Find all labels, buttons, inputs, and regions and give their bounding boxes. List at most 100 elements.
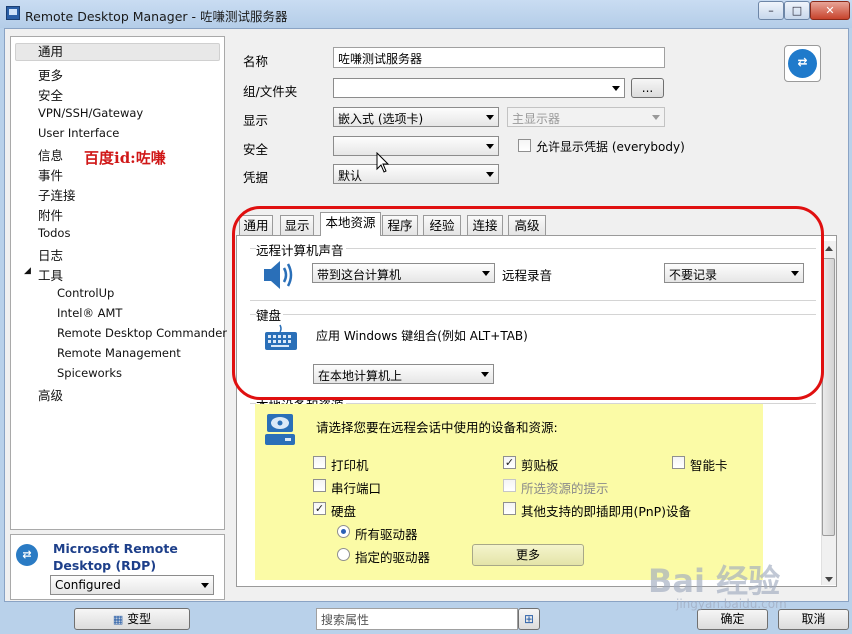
- chevron-down-icon: [486, 115, 494, 120]
- disk-label: 硬盘: [331, 504, 357, 519]
- group-label: 组/文件夹: [243, 84, 298, 99]
- display-select[interactable]: 嵌入式 (选项卡): [333, 107, 499, 127]
- sidebar-item-sub-connections[interactable]: 子连接: [38, 185, 76, 204]
- sidebar-item-spiceworks[interactable]: Spiceworks: [57, 366, 122, 380]
- tab-connection[interactable]: 连接: [467, 215, 503, 235]
- serial-port-label: 串行端口: [331, 481, 382, 496]
- transform-button-label: 变型: [127, 612, 152, 626]
- tree-expander-icon[interactable]: ◢: [24, 266, 31, 276]
- scrollbar-thumb[interactable]: [822, 258, 835, 536]
- close-button[interactable]: ✕: [810, 1, 850, 20]
- security-label: 安全: [243, 142, 269, 157]
- status-select-value: Configured: [55, 578, 121, 592]
- divider: [250, 314, 816, 315]
- watermark-logo: Bai 经验: [648, 562, 781, 600]
- credentials-select[interactable]: 默认: [333, 164, 499, 184]
- ok-button[interactable]: 确定: [697, 609, 768, 630]
- devices-prompt: 请选择您要在远程会话中使用的设备和资源:: [316, 420, 558, 435]
- sidebar-item-events[interactable]: 事件: [38, 165, 63, 184]
- tab-programs[interactable]: 程序: [382, 215, 418, 235]
- name-label: 名称: [243, 54, 269, 69]
- mouse-cursor-icon: [376, 152, 390, 173]
- specified-drives-radio[interactable]: [337, 548, 350, 561]
- sidebar-item-information[interactable]: 信息: [38, 145, 63, 164]
- status-select[interactable]: Configured: [50, 575, 214, 595]
- maximize-button[interactable]: □: [784, 1, 810, 20]
- sidebar-item-intel-amt[interactable]: Intel® AMT: [57, 306, 122, 320]
- group-select[interactable]: [333, 78, 625, 98]
- display-label: 显示: [243, 113, 269, 128]
- audio-playback-select[interactable]: 带到这台计算机: [312, 263, 495, 283]
- selected-resources-hint-label: 所选资源的提示: [521, 481, 609, 496]
- sidebar-item-attachments[interactable]: 附件: [38, 205, 63, 224]
- sidebar-item-more[interactable]: 更多: [38, 65, 63, 84]
- watermark-url: jingyan.baidu.com: [676, 597, 787, 611]
- all-drives-radio[interactable]: [337, 525, 350, 538]
- tab-advanced[interactable]: 高级: [508, 215, 546, 235]
- pnp-devices-checkbox[interactable]: [503, 502, 516, 515]
- chevron-down-icon: [486, 144, 494, 149]
- binoculars-icon[interactable]: ⊞: [518, 608, 540, 630]
- tab-local-resources[interactable]: 本地资源: [320, 212, 381, 236]
- allow-show-credentials-checkbox[interactable]: [518, 139, 531, 152]
- more-drives-button[interactable]: 更多: [472, 544, 584, 566]
- sidebar-item-vpn[interactable]: VPN/SSH/Gateway: [38, 106, 143, 120]
- speaker-icon: [264, 261, 293, 289]
- selected-resources-hint-checkbox[interactable]: [503, 479, 516, 492]
- rdp-entry-icon[interactable]: ⇄: [784, 45, 821, 82]
- search-properties-input[interactable]: 搜索属性: [316, 608, 518, 630]
- smartcard-checkbox[interactable]: [672, 456, 685, 469]
- cancel-button[interactable]: 取消: [778, 609, 849, 630]
- monitor-select[interactable]: 主显示器: [507, 107, 665, 127]
- audio-record-label: 远程录音: [502, 268, 553, 283]
- grid-icon: ▦: [112, 613, 124, 626]
- sidebar-nav: 通用 更多 安全 VPN/SSH/Gateway User Interface …: [10, 36, 227, 530]
- sidebar-item-security[interactable]: 安全: [38, 85, 63, 104]
- divider: [250, 300, 816, 301]
- keyboard-title: 键盘: [256, 305, 284, 324]
- tab-experience[interactable]: 经验: [423, 215, 461, 235]
- name-input[interactable]: 咗嗛测试服务器: [333, 47, 665, 68]
- chevron-down-icon: [791, 271, 799, 276]
- minimize-button[interactable]: –: [758, 1, 784, 20]
- sidebar-item-logs[interactable]: 日志: [38, 245, 63, 264]
- credentials-label: 凭据: [243, 170, 269, 185]
- keyboard-apply-select[interactable]: 在本地计算机上: [313, 364, 494, 384]
- sidebar-item-controlup[interactable]: ControlUp: [57, 286, 114, 300]
- scroll-up-icon[interactable]: [825, 246, 833, 251]
- sidebar-item-user-interface[interactable]: User Interface: [38, 126, 119, 140]
- browse-button[interactable]: ...: [631, 78, 664, 98]
- window-title: Remote Desktop Manager - 咗嗛测试服务器: [25, 9, 288, 24]
- clipboard-label: 剪贴板: [521, 458, 559, 473]
- tab-display[interactable]: 显示: [280, 215, 314, 235]
- keyboard-apply-label: 应用 Windows 键组合(例如 ALT+TAB): [316, 329, 528, 343]
- sidebar-item-general[interactable]: 通用: [15, 43, 220, 61]
- printer-checkbox[interactable]: [313, 456, 326, 469]
- specified-drives-label: 指定的驱动器: [355, 550, 431, 565]
- audio-record-select[interactable]: 不要记录: [664, 263, 804, 283]
- transform-button[interactable]: ▦ 变型: [74, 608, 190, 630]
- annotation-text: 百度id:咗嗛: [84, 149, 166, 167]
- sidebar-item-remote-management[interactable]: Remote Management: [57, 346, 181, 360]
- monitor-select-value: 主显示器: [512, 112, 561, 126]
- smartcard-label: 智能卡: [690, 458, 728, 473]
- pnp-devices-label: 其他支持的即插即用(PnP)设备: [521, 504, 692, 519]
- chevron-down-icon: [481, 372, 489, 377]
- tab-general[interactable]: 通用: [239, 215, 273, 235]
- rdp-icon: ⇄: [16, 544, 38, 566]
- sidebar-item-rd-commander[interactable]: Remote Desktop Commander: [57, 326, 227, 340]
- disk-checkbox[interactable]: [313, 502, 326, 515]
- sidebar-item-todos[interactable]: Todos: [38, 226, 70, 240]
- sidebar-item-tools[interactable]: 工具: [38, 265, 63, 284]
- scroll-down-icon[interactable]: [825, 577, 833, 582]
- serial-port-checkbox[interactable]: [313, 479, 326, 492]
- credentials-select-value: 默认: [338, 169, 363, 183]
- keyboard-apply-value: 在本地计算机上: [318, 369, 403, 383]
- sidebar-item-advanced[interactable]: 高级: [38, 385, 63, 404]
- entry-type-name: Microsoft Remote Desktop (RDP): [53, 541, 178, 573]
- allow-show-credentials-label: 允许显示凭据 (everybody): [536, 140, 685, 154]
- clipboard-checkbox[interactable]: [503, 456, 516, 469]
- remote-audio-title: 远程计算机声音: [256, 240, 346, 259]
- security-select[interactable]: [333, 136, 499, 156]
- audio-record-value: 不要记录: [669, 268, 718, 282]
